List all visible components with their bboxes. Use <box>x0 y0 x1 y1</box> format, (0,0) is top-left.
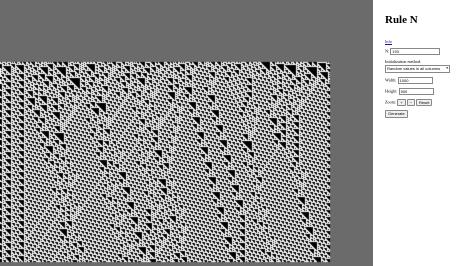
height-label: Height: <box>385 87 398 93</box>
automaton-canvas[interactable] <box>0 0 373 266</box>
height-input[interactable]: 500 <box>398 87 434 95</box>
width-row: Width: 1000 <box>385 76 474 84</box>
automaton-viewport[interactable] <box>0 0 373 266</box>
zoom-out-button[interactable]: − <box>406 98 415 106</box>
zoom-in-button[interactable]: + <box>397 98 406 106</box>
init-method-selected: Random values in all columns <box>387 66 441 71</box>
zoom-label: Zoom: <box>385 99 397 105</box>
info-link[interactable]: Info <box>385 39 392 44</box>
zoom-row: Zoom: + − Reset <box>385 98 474 106</box>
chevron-down-icon: ▾ <box>446 66 448 70</box>
zoom-reset-button[interactable]: Reset <box>416 98 433 106</box>
control-panel: Rule N Info N: 193 Initialization method… <box>373 0 474 266</box>
rule-number-input[interactable]: 193 <box>390 48 441 55</box>
width-label: Width: <box>385 76 397 82</box>
rule-number-label: N: <box>385 48 390 54</box>
width-input[interactable]: 1000 <box>397 76 433 84</box>
init-method-select[interactable]: Random values in all columns ▾ <box>385 65 450 73</box>
rule-number-row: N: 193 <box>385 48 474 55</box>
height-row: Height: 500 <box>385 87 474 95</box>
generate-button[interactable]: Generate <box>385 110 408 118</box>
init-method-row: Initialization method: Random values in … <box>385 59 474 73</box>
generate-row: Generate <box>385 110 474 118</box>
page-title: Rule N <box>385 14 418 26</box>
